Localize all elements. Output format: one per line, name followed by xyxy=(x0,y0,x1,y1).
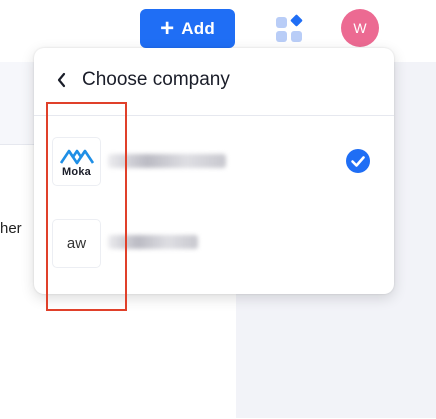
chevron-left-icon[interactable] xyxy=(56,72,68,88)
add-button-label: Add xyxy=(181,18,215,38)
add-button[interactable]: + Add xyxy=(140,9,235,48)
apps-grid-icon[interactable] xyxy=(274,14,304,44)
plus-icon: + xyxy=(160,14,175,42)
avatar-initial: W xyxy=(353,20,367,36)
avatar[interactable]: W xyxy=(341,9,379,47)
background-partial-text: her xyxy=(0,220,22,237)
dropdown-title: Choose company xyxy=(82,69,230,90)
annotation-highlight-box xyxy=(46,102,127,311)
check-circle-icon xyxy=(346,149,370,173)
